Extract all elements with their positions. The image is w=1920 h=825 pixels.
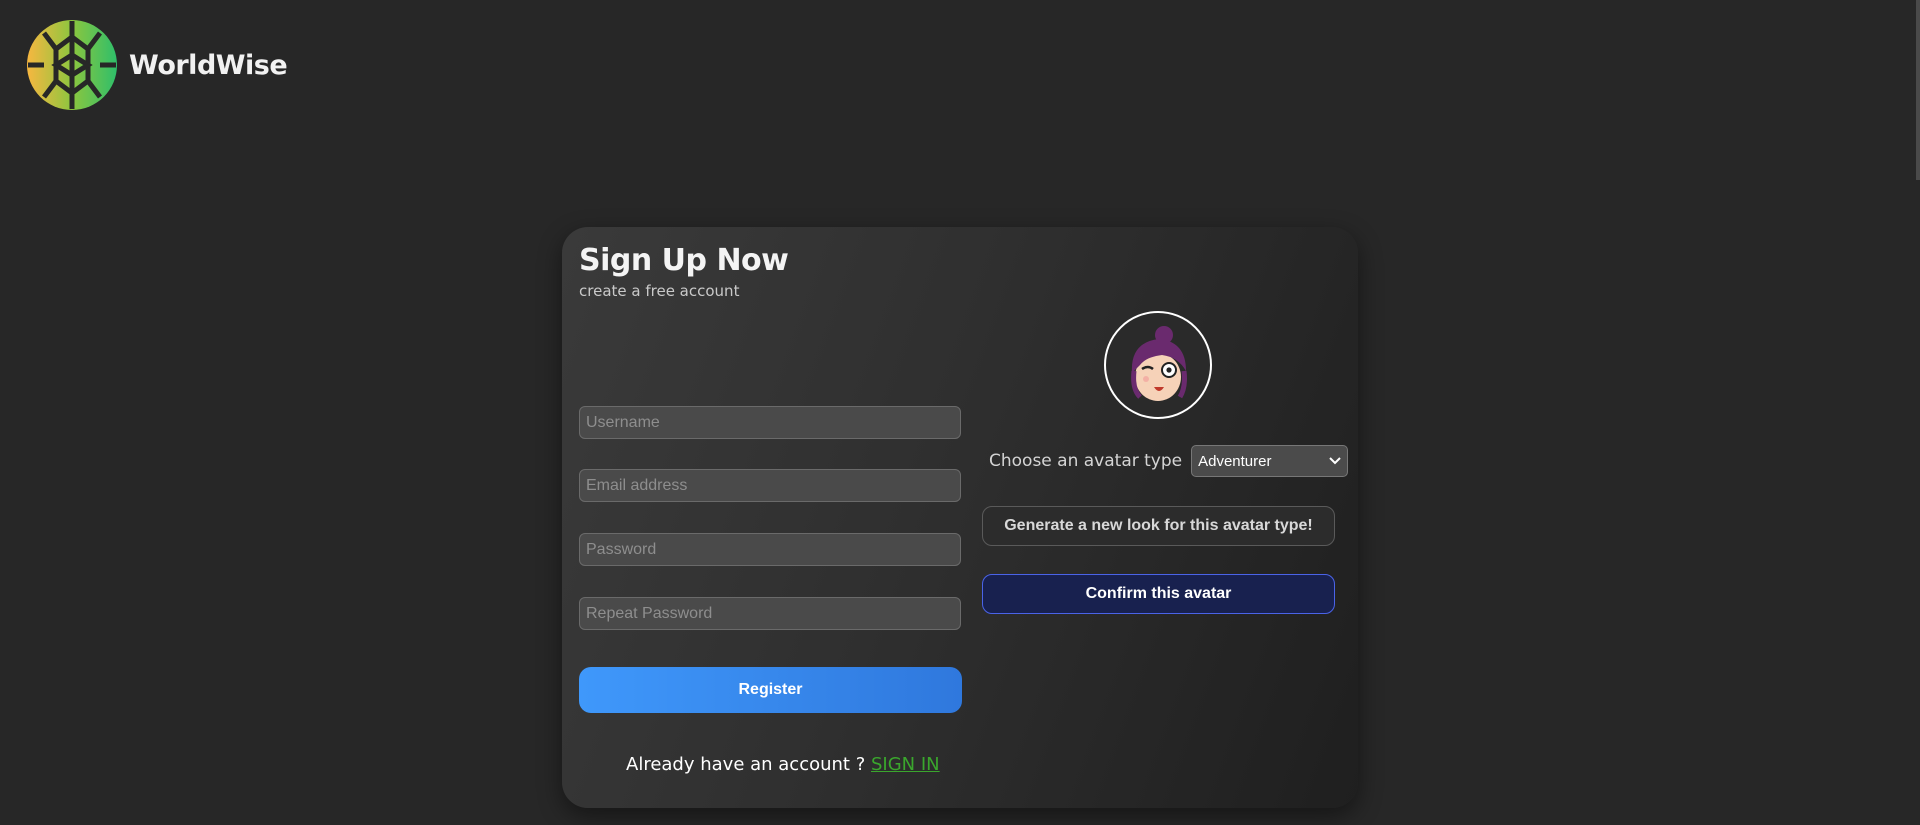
username-input[interactable] (579, 406, 961, 439)
password-input[interactable] (579, 533, 961, 566)
avatar-type-value: Adventurer (1198, 452, 1272, 470)
confirm-avatar-button[interactable]: Confirm this avatar (982, 574, 1335, 614)
signin-link[interactable]: SIGN IN (871, 754, 940, 775)
signin-prompt-row: Already have an account ? SIGN IN (626, 754, 940, 775)
avatar-preview (1104, 311, 1212, 419)
globe-logo-icon[interactable] (26, 19, 118, 111)
app-header: WorldWise (26, 19, 288, 111)
page-subtitle: create a free account (579, 282, 740, 300)
brand-name[interactable]: WorldWise (129, 50, 288, 81)
avatar-type-label: Choose an avatar type (989, 451, 1183, 471)
avatar-type-row: Choose an avatar type Adventurer (989, 445, 1349, 477)
email-input[interactable] (579, 469, 961, 502)
page-title: Sign Up Now (579, 243, 789, 278)
cartoon-avatar-icon (1131, 326, 1187, 401)
generate-avatar-button[interactable]: Generate a new look for this avatar type… (982, 506, 1335, 546)
register-button[interactable]: Register (579, 667, 962, 713)
signup-card: Sign Up Now create a free account Regist… (562, 227, 1358, 808)
avatar-type-select[interactable]: Adventurer (1191, 445, 1349, 477)
chevron-down-icon (1329, 457, 1341, 465)
repeat-password-input[interactable] (579, 597, 961, 630)
page-scrollbar[interactable] (1916, 0, 1920, 180)
signin-prompt-text: Already have an account ? (626, 754, 871, 775)
